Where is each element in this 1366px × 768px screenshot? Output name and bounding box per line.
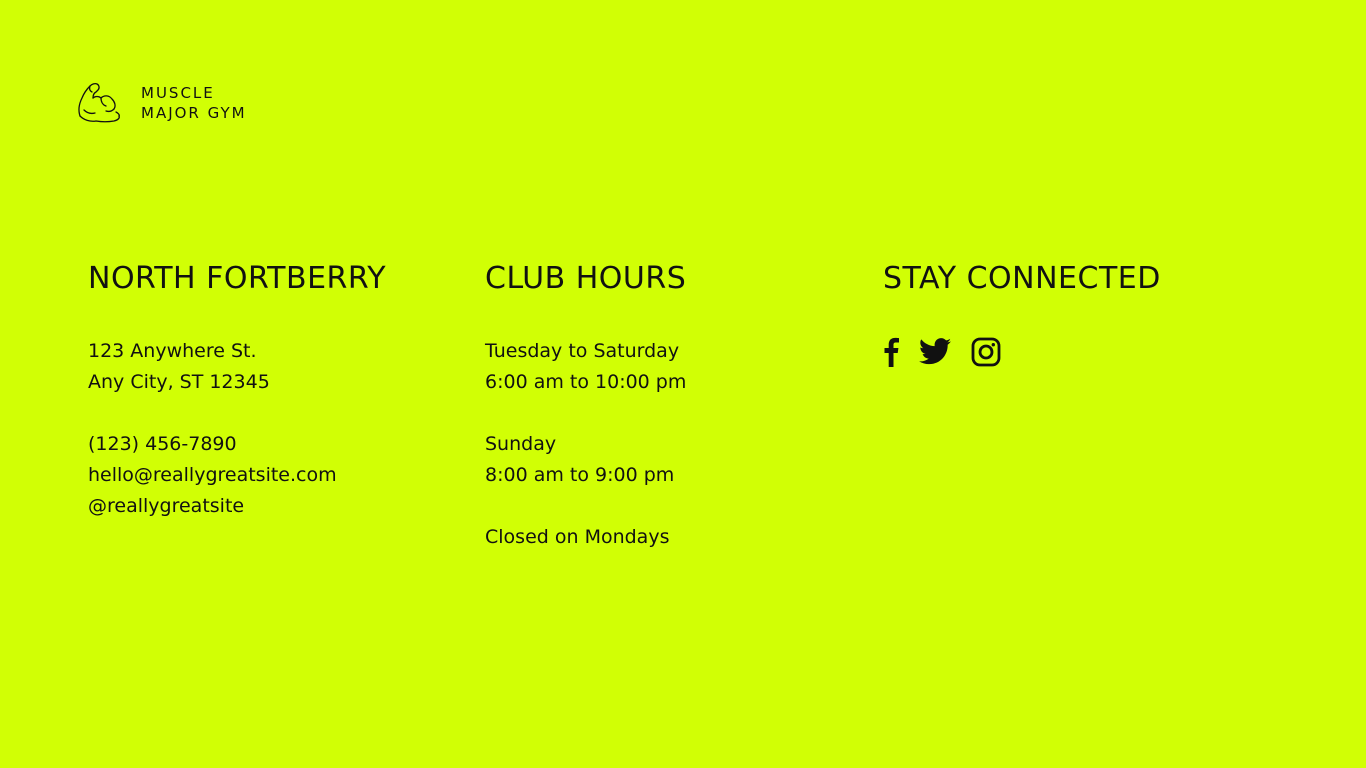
social-icons xyxy=(883,336,1243,367)
instagram-icon[interactable] xyxy=(971,337,1001,367)
address-line-2: Any City, ST 12345 xyxy=(88,371,270,393)
social-heading: STAY CONNECTED xyxy=(883,261,1161,296)
weekday-label: Tuesday to Saturday xyxy=(485,340,680,362)
address-line-1: 123 Anywhere St. xyxy=(88,340,257,362)
hours-heading: CLUB HOURS xyxy=(485,261,687,296)
twitter-icon[interactable] xyxy=(919,338,951,365)
phone-number[interactable]: (123) 456-7890 xyxy=(88,429,448,460)
brand-logo: MUSCLE MAJOR GYM xyxy=(76,80,247,126)
email-link[interactable]: hello@reallygreatsite.com xyxy=(88,460,448,491)
sunday-label: Sunday xyxy=(485,433,557,455)
social-section: STAY CONNECTED xyxy=(883,260,1243,367)
brand-name: MUSCLE MAJOR GYM xyxy=(141,83,247,123)
brand-line-1: MUSCLE xyxy=(141,84,215,102)
sunday-time: 8:00 am to 9:00 pm xyxy=(485,464,675,486)
location-heading: NORTH FORTBERRY xyxy=(88,261,387,296)
hours-section: CLUB HOURS Tuesday to Saturday 6:00 am t… xyxy=(485,260,845,553)
contact-details: 123 Anywhere St. Any City, ST 12345 (123… xyxy=(88,336,448,522)
brand-line-2: MAJOR GYM xyxy=(141,104,247,122)
closed-note: Closed on Mondays xyxy=(485,526,670,548)
facebook-icon[interactable] xyxy=(883,336,899,367)
flexed-arm-icon xyxy=(78,82,120,123)
weekday-time: 6:00 am to 10:00 pm xyxy=(485,371,687,393)
social-handle[interactable]: @reallygreatsite xyxy=(88,491,448,522)
location-section: NORTH FORTBERRY 123 Anywhere St. Any Cit… xyxy=(88,260,448,522)
hours-details: Tuesday to Saturday 6:00 am to 10:00 pm … xyxy=(485,336,845,553)
